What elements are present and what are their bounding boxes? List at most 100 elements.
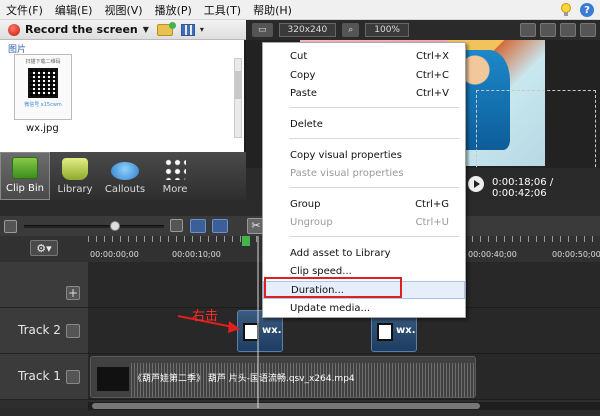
chevron-down-icon[interactable]: ▾ (200, 25, 204, 34)
zoom-slider-knob[interactable] (110, 221, 120, 231)
track1-header: Track 1 (0, 354, 88, 400)
video-clip[interactable]: 《葫芦娃第二季》 葫芦 片头-国语流畅.qsv_x264.mp4 (90, 356, 476, 398)
ruler-label: 00:00:40;00 (468, 250, 517, 259)
menu-file[interactable]: 文件(F) (0, 2, 49, 18)
playhead[interactable] (242, 236, 250, 246)
track-label: Track 2 (18, 323, 61, 337)
detach-icon[interactable] (560, 23, 576, 37)
preview-toolbar: ▭ 320x240 ⌕ 100% (246, 20, 600, 40)
menu-item-copy[interactable]: Copy Ctrl+C (263, 67, 465, 85)
menu-play[interactable]: 播放(P) (149, 2, 198, 18)
view-grid-icon[interactable] (180, 23, 195, 36)
menu-item-delete[interactable]: Delete (263, 116, 465, 134)
record-icon[interactable] (8, 23, 20, 36)
menu-tools[interactable]: 工具(T) (198, 2, 247, 18)
menu-item-label: Add asset to Library (290, 248, 391, 259)
menu-separator (289, 187, 459, 188)
tab-more[interactable]: More (150, 152, 200, 200)
tab-callouts[interactable]: Callouts (100, 152, 150, 200)
callouts-icon (111, 162, 139, 180)
tab-label: Clip Bin (5, 183, 45, 194)
scroll-thumb[interactable] (92, 403, 480, 409)
canvas-size-dropdown[interactable]: 320x240 (278, 23, 337, 37)
task-tabs: Clip Bin Library Callouts More (0, 152, 246, 200)
tab-label: Callouts (104, 184, 146, 195)
track1-lane[interactable]: 《葫芦娃第二季》 葫芦 片头-国语流畅.qsv_x264.mp4 (88, 354, 600, 400)
timecode: 0:00:18;06 / 0:00:42;06 (492, 177, 554, 199)
zoom-icon[interactable]: ⌕ (342, 23, 360, 37)
gear-icon[interactable]: ⚙▾ (30, 240, 58, 256)
zoom-out-icon[interactable] (4, 219, 17, 233)
shortcut: Ctrl+X (415, 51, 449, 62)
play-button[interactable] (468, 176, 484, 192)
import-media-icon[interactable] (156, 21, 176, 36)
menu-item-paste[interactable]: Paste Ctrl+V (263, 85, 465, 103)
ruler-label: 00:00:10;00 (172, 250, 221, 259)
menu-item-label: Clip speed... (290, 266, 352, 277)
clip-name: wx. (396, 325, 416, 336)
vertical-scrollbar[interactable] (234, 58, 242, 138)
add-track-header: + (0, 262, 88, 308)
menu-separator (289, 138, 459, 139)
menu-item-paste-visual-properties: Paste visual properties (263, 165, 465, 183)
record-screen-button[interactable]: Record the screen (25, 23, 138, 36)
track-label: Track 1 (18, 369, 61, 383)
tab-library[interactable]: Library (50, 152, 100, 200)
menu-item-copy-visual-properties[interactable]: Copy visual properties (263, 147, 465, 165)
ruler-label: 00:00:00;00 (90, 250, 139, 259)
undo-button[interactable] (190, 219, 206, 233)
menu-edit[interactable]: 编辑(E) (49, 2, 99, 18)
tab-clip-bin[interactable]: Clip Bin (0, 152, 50, 200)
tab-label: Library (57, 184, 93, 195)
menu-view[interactable]: 视图(V) (98, 2, 148, 18)
lightbulb-icon[interactable] (560, 3, 572, 17)
highlight-box (264, 277, 402, 298)
chevron-down-icon[interactable]: ▼ (143, 25, 149, 34)
menu-item-add-asset-to-library[interactable]: Add asset to Library (263, 245, 465, 263)
timeline-scrollbar[interactable] (88, 402, 600, 410)
menu-help[interactable]: 帮助(H) (247, 2, 298, 18)
help-icon[interactable]: ? (580, 3, 594, 17)
video-clip-title: 《葫芦娃第二季》 葫芦 片头-国语流畅.qsv_x264.mp4 (133, 374, 355, 384)
menubar: 文件(F) 编辑(E) 视图(V) 播放(P) 工具(T) 帮助(H) ? (0, 0, 600, 20)
redo-button[interactable] (212, 219, 228, 233)
menu-separator (289, 236, 459, 237)
clip-bin-icon (12, 157, 38, 179)
clip-name: wx. (262, 325, 282, 336)
canvas-size-icon[interactable]: ▭ (252, 23, 273, 37)
crop-icon[interactable] (540, 23, 556, 37)
zoom-dropdown[interactable]: 100% (365, 23, 409, 37)
menu-item-label: Delete (290, 119, 323, 130)
thumb-caption-top: 扫描下载二维码 (25, 59, 61, 65)
thumb-caption-bottom: 微信号 x15cwm (24, 102, 62, 108)
annotation-label: 右击 (192, 309, 219, 324)
clip-bin-panel: 图片 扫描下载二维码 微信号 x15cwm wx.jpg (0, 40, 246, 152)
tab-label: More (162, 184, 188, 195)
menu-item-label: Copy visual properties (290, 150, 402, 161)
ruler-label: 00:00:50;00 (552, 250, 600, 259)
menu-item-label: Paste visual properties (290, 168, 404, 179)
menu-item-cut[interactable]: Cut Ctrl+X (263, 48, 465, 66)
fullscreen-icon[interactable] (580, 23, 596, 37)
menu-item-update-media[interactable]: Update media... (263, 300, 465, 318)
menu-item-label: Update media... (290, 303, 371, 314)
shortcut: Ctrl+V (415, 88, 449, 99)
qr-code-thumbnail (243, 323, 259, 341)
lock-icon[interactable] (66, 324, 80, 338)
lock-icon[interactable] (66, 370, 80, 384)
timeline-zoom-slider[interactable] (24, 221, 164, 231)
menu-separator (289, 107, 459, 108)
shortcut: Ctrl+G (415, 199, 449, 210)
menu-item-label: Group (290, 199, 321, 210)
pan-hand-icon[interactable] (520, 23, 536, 37)
add-track-button[interactable]: + (66, 286, 80, 300)
record-toolbar: Record the screen ▼ ▾ (0, 20, 246, 40)
selection-handles[interactable] (476, 90, 596, 172)
scroll-thumb[interactable] (235, 71, 241, 99)
menu-item-group[interactable]: Group Ctrl+G (263, 196, 465, 214)
qr-code-image (28, 68, 58, 98)
menu-item-label: Ungroup (290, 217, 333, 228)
qr-code-thumbnail (377, 323, 393, 341)
zoom-in-icon[interactable] (170, 219, 183, 232)
media-thumbnail[interactable]: 扫描下载二维码 微信号 x15cwm (14, 54, 72, 120)
